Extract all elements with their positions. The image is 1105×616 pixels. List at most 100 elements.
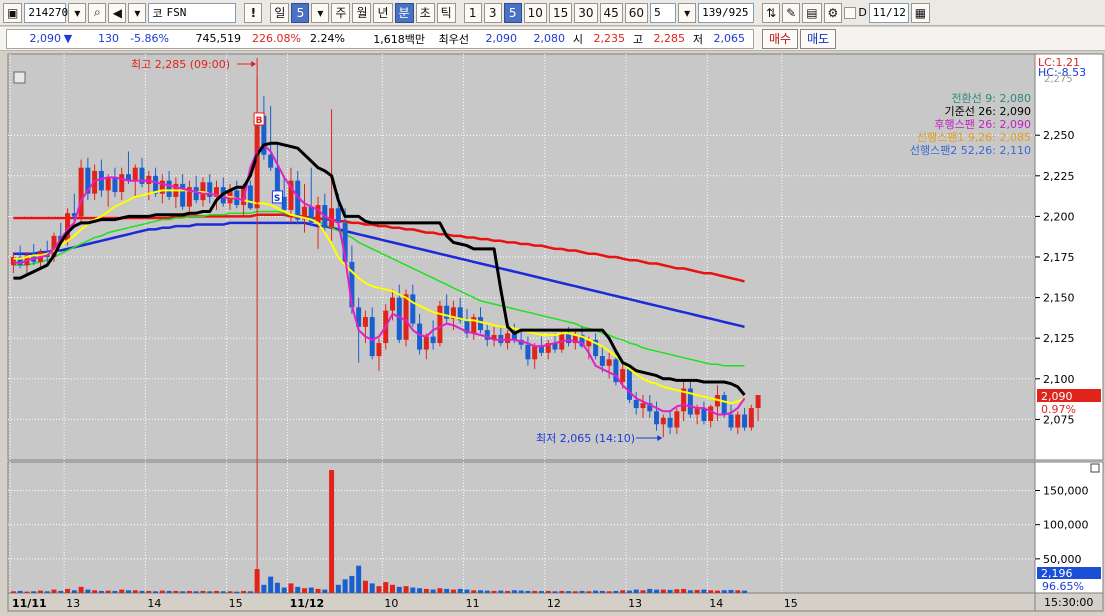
period-day-count[interactable]: 5 xyxy=(291,2,310,23)
code-dropdown-icon[interactable]: ▾ xyxy=(68,2,87,23)
high-price: 2,285 xyxy=(653,32,686,45)
volume-bar xyxy=(674,589,680,593)
period-day[interactable]: 일 xyxy=(270,2,290,23)
candle-body xyxy=(505,333,511,344)
volume-bar xyxy=(98,590,104,593)
volume-bar xyxy=(92,590,98,593)
sell-button[interactable]: 매도 xyxy=(800,28,837,49)
high-annotation: 최고 2,285 (09:00) xyxy=(131,58,230,71)
compare-icon[interactable]: ⇅ xyxy=(762,2,781,23)
calendar-icon[interactable]: ▦ xyxy=(910,2,931,23)
interval-3[interactable]: 3 xyxy=(483,2,502,23)
volume-bar xyxy=(65,588,71,593)
date-input[interactable]: 11/12 xyxy=(868,2,909,23)
candle-body xyxy=(166,180,172,197)
high-label: 고 xyxy=(632,32,643,46)
x-tick-label: 10 xyxy=(384,597,398,610)
price-volume-chart: 11/11 13 14 15 11/12 10 11 12 13 14 152,0752,1002,… xyxy=(0,52,1105,613)
volume-bar xyxy=(261,584,267,593)
volume-bar xyxy=(24,591,30,593)
layout-icon[interactable]: ▣ xyxy=(3,2,23,23)
volume-bar xyxy=(308,587,314,593)
interval-60[interactable]: 60 xyxy=(624,2,649,23)
bar-count-field[interactable]: 139/925 xyxy=(698,2,755,23)
volume-bar xyxy=(200,590,206,593)
period-second[interactable]: 초 xyxy=(415,2,435,23)
period-dropdown-icon[interactable]: ▾ xyxy=(311,2,330,23)
y-tick-label: 2,250 xyxy=(1043,129,1075,142)
period-week[interactable]: 주 xyxy=(331,2,351,23)
candle-body xyxy=(728,414,734,428)
date-checkbox[interactable] xyxy=(844,6,857,19)
current-price-label: 2,090 xyxy=(1041,390,1073,403)
volume-bar xyxy=(626,590,632,593)
volume-bar xyxy=(322,589,328,593)
candle-body xyxy=(417,323,423,350)
candle-body xyxy=(369,317,375,357)
volume-bar xyxy=(247,591,253,593)
volume-bar xyxy=(71,590,77,593)
legend-entry: 기준선 26: 2,090 xyxy=(944,105,1031,118)
volume-close-icon[interactable] xyxy=(1090,463,1100,473)
volume-bar xyxy=(383,582,389,593)
volume-bar xyxy=(545,590,551,593)
volume-bar xyxy=(417,588,423,593)
x-tick-label: 13 xyxy=(66,597,80,610)
period-minute[interactable]: 분 xyxy=(394,2,414,23)
quote-bar: 2,090 ▼ 130 -5.86% 745,519 226.08% 2.24%… xyxy=(0,27,1105,51)
draw-icon[interactable]: ✎ xyxy=(782,2,801,23)
period-tick[interactable]: 틱 xyxy=(436,2,456,23)
interval-45[interactable]: 45 xyxy=(599,2,623,23)
x-tick-label: 11 xyxy=(466,597,480,610)
x-tick-label: 11/11 xyxy=(12,597,47,610)
period-year[interactable]: 년 xyxy=(373,2,393,23)
legend-entry: 선행스팬1 9,26: 2,085 xyxy=(917,131,1031,144)
open-price: 2,235 xyxy=(593,32,626,45)
volume-bar xyxy=(410,587,416,593)
gear-icon[interactable]: ⚙ xyxy=(823,2,843,23)
volume-bar xyxy=(51,589,57,593)
y-tick-label: 2,100 xyxy=(1043,373,1075,386)
search-icon[interactable]: ⌕ xyxy=(88,2,107,23)
warning-button[interactable]: ! xyxy=(244,2,263,23)
candle-body xyxy=(335,208,341,223)
volume-tick-label: 150,000 xyxy=(1043,485,1089,498)
period-month[interactable]: 월 xyxy=(352,2,372,23)
volume-bar xyxy=(491,590,497,593)
candle-body xyxy=(532,346,538,360)
stock-name-field[interactable]: 코 FSN xyxy=(148,2,237,23)
buy-button[interactable]: 매수 xyxy=(762,28,799,49)
stock-code-input[interactable]: 214270 xyxy=(24,2,68,23)
sound-icon[interactable]: ◀︎ xyxy=(108,2,127,23)
volume-bar xyxy=(450,589,456,593)
candle-body xyxy=(362,317,368,327)
volume-panel xyxy=(7,461,1036,594)
bid-price: 2,080 xyxy=(533,32,566,45)
interval-30[interactable]: 30 xyxy=(574,2,598,23)
current-price: 2,090 xyxy=(29,32,62,45)
volume-bar xyxy=(694,589,700,593)
date-flag-label: D xyxy=(858,6,867,19)
interval-5[interactable]: 5 xyxy=(503,2,522,23)
volume-bar xyxy=(153,591,159,593)
low-label: 저 xyxy=(692,32,703,46)
interval-15[interactable]: 15 xyxy=(548,2,573,23)
y-tick-label: 2,225 xyxy=(1043,170,1075,183)
volume-bar xyxy=(620,590,626,593)
panel-settings-icon[interactable] xyxy=(13,71,26,84)
volume-bar xyxy=(525,590,531,593)
interval-dropdown-icon[interactable]: ▾ xyxy=(678,2,697,23)
interval-10[interactable]: 10 xyxy=(523,2,547,23)
volume-bar xyxy=(464,589,470,593)
volume-bar xyxy=(613,590,619,593)
interval-1[interactable]: 1 xyxy=(463,2,482,23)
candle-body xyxy=(132,167,138,181)
volume-bar xyxy=(532,590,538,593)
interval-select[interactable]: 5 xyxy=(650,2,677,23)
sound-dropdown-icon[interactable]: ▾ xyxy=(128,2,147,23)
save-icon[interactable]: ▤ xyxy=(802,2,822,23)
x-tick-label: 15 xyxy=(784,597,798,610)
volume-bar xyxy=(721,590,727,593)
sell-marker-label: S xyxy=(274,194,280,204)
volume-bar xyxy=(335,584,341,593)
